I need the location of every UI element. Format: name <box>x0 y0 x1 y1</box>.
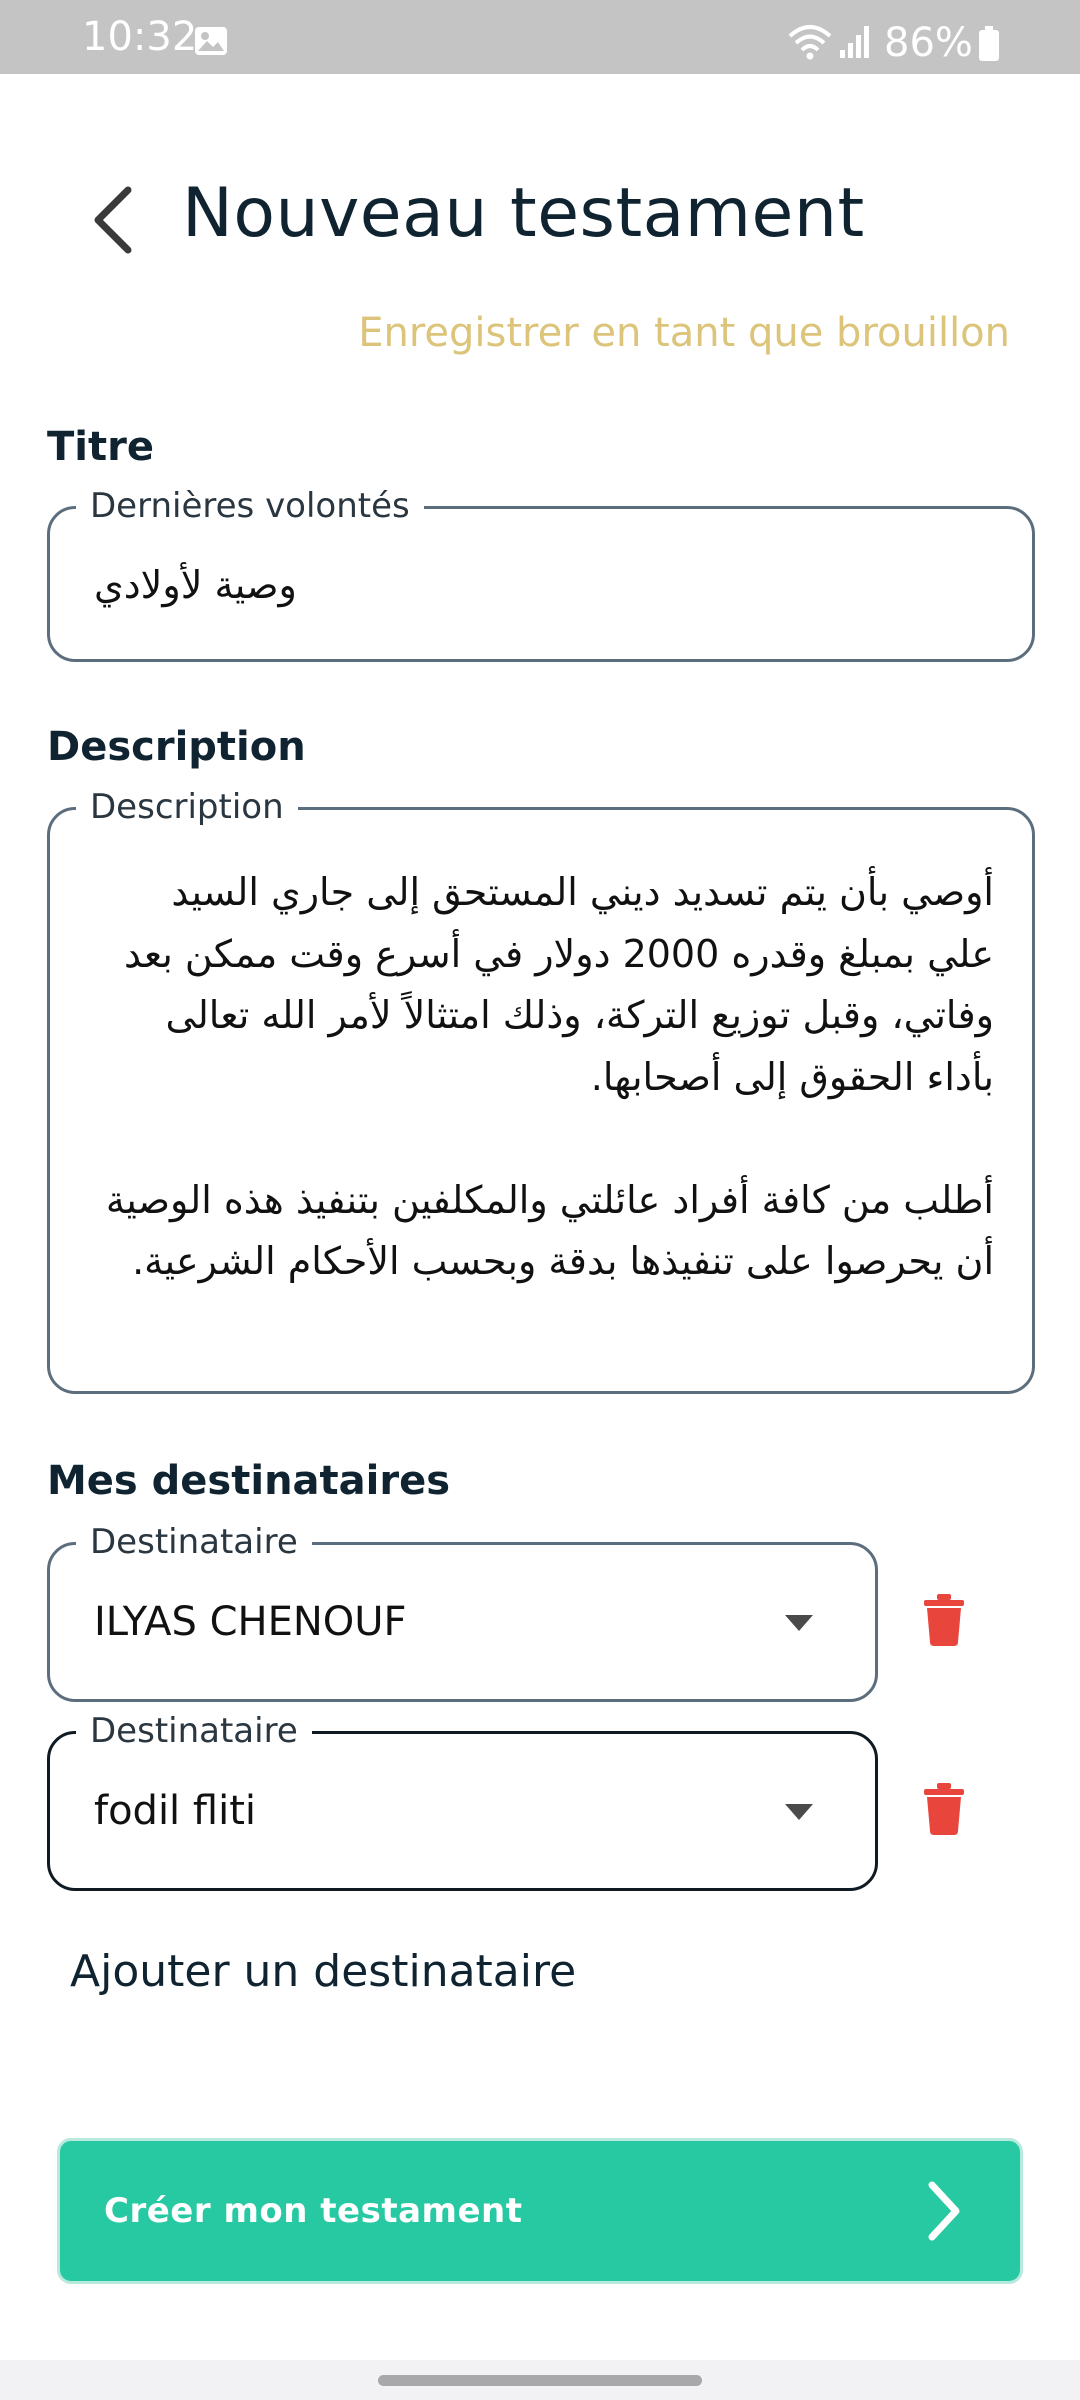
dropdown-arrow-icon <box>785 1615 813 1631</box>
chevron-right-icon <box>928 2181 960 2241</box>
status-bar: 10:32 86% <box>0 0 1080 74</box>
create-testament-button[interactable]: Créer mon testament <box>57 2138 1023 2284</box>
description-textarea-value: أوصي بأن يتم تسديد ديني المستحق إلى جاري… <box>105 870 994 1283</box>
recipient-select-legend: Destinataire <box>76 1521 312 1563</box>
photo-icon <box>195 27 227 55</box>
recipient-select-legend: Destinataire <box>76 1710 312 1752</box>
back-arrow-icon[interactable] <box>86 182 142 258</box>
battery-icon <box>979 26 999 61</box>
add-recipient-button[interactable]: Ajouter un destinataire <box>70 1946 576 1997</box>
create-testament-label: Créer mon testament <box>104 2191 523 2231</box>
recipient-select[interactable]: Destinataire fodil fliti <box>47 1710 878 1891</box>
recipient-select-value: fodil fliti <box>94 1788 256 1834</box>
description-textarea-legend: Description <box>76 786 298 828</box>
recipients-section-label: Mes destinataires <box>47 1458 451 1504</box>
wifi-icon <box>788 25 832 60</box>
battery-percent: 86% <box>884 20 973 66</box>
title-section-label: Titre <box>47 424 154 470</box>
title-input[interactable]: Dernières volontés وصية لأولادي <box>47 485 1035 662</box>
signal-icon <box>840 26 869 58</box>
dropdown-arrow-icon <box>785 1804 813 1820</box>
title-input-legend: Dernières volontés <box>76 485 424 527</box>
status-time: 10:32 <box>82 14 198 60</box>
page-title: Nouveau testament <box>182 174 865 253</box>
title-input-value: وصية لأولادي <box>94 563 297 607</box>
trash-icon[interactable] <box>924 1594 964 1646</box>
recipient-select-value: ILYAS CHENOUF <box>94 1599 407 1645</box>
trash-icon[interactable] <box>924 1783 964 1835</box>
navigation-bar <box>0 2360 1080 2400</box>
home-indicator[interactable] <box>378 2375 702 2386</box>
recipient-select[interactable]: Destinataire ILYAS CHENOUF <box>47 1521 878 1702</box>
description-textarea[interactable]: Description أوصي بأن يتم تسديد ديني المس… <box>47 786 1035 1394</box>
description-section-label: Description <box>47 724 306 770</box>
save-draft-link[interactable]: Enregistrer en tant que brouillon <box>358 310 1010 356</box>
